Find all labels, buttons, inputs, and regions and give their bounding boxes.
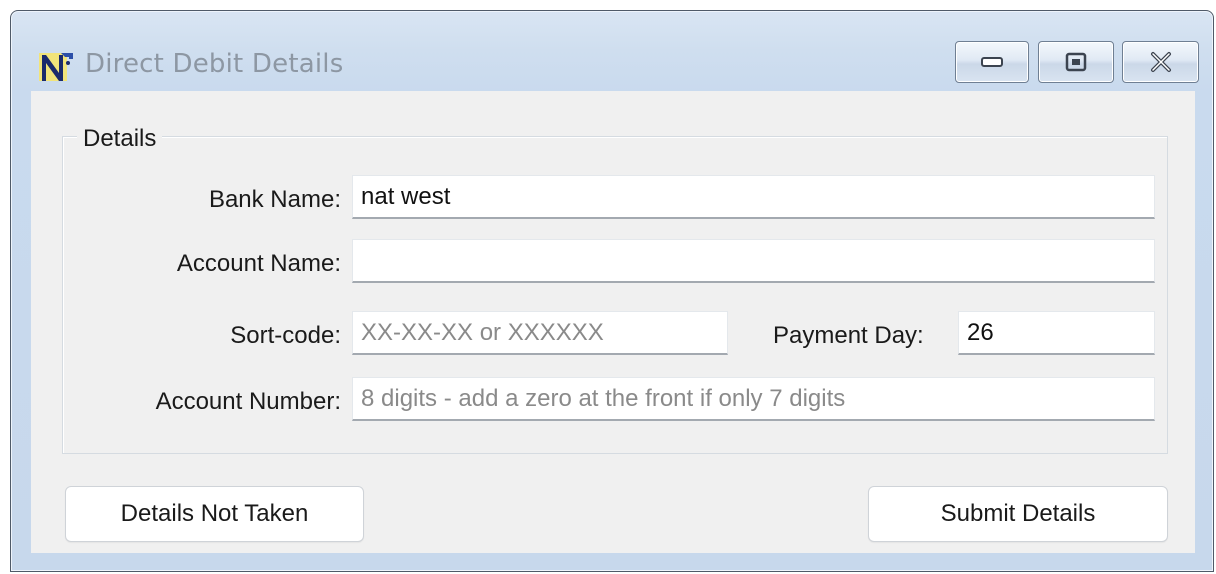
payment-day-input[interactable] bbox=[958, 311, 1155, 355]
maximize-icon bbox=[1065, 52, 1087, 72]
app-logo-icon bbox=[39, 53, 73, 81]
dialog-window: Direct Debit Details Details Bank Name: … bbox=[10, 10, 1214, 572]
window-title: Direct Debit Details bbox=[85, 49, 344, 79]
sort-code-label: Sort-code: bbox=[230, 322, 341, 349]
minimize-button[interactable] bbox=[955, 41, 1029, 83]
details-group-label: Details bbox=[77, 125, 163, 153]
account-number-label: Account Number: bbox=[155, 388, 341, 415]
dialog-client-area: Details Bank Name: Account Name: Sort-co… bbox=[31, 91, 1195, 553]
account-name-label: Account Name: bbox=[176, 250, 341, 277]
minimize-icon bbox=[981, 57, 1003, 67]
submit-details-button[interactable]: Submit Details bbox=[868, 486, 1168, 542]
title-bar[interactable]: Direct Debit Details bbox=[11, 11, 1213, 91]
sort-code-input[interactable] bbox=[352, 311, 728, 355]
close-button[interactable] bbox=[1122, 41, 1199, 83]
bank-name-input[interactable] bbox=[352, 175, 1155, 219]
details-not-taken-button[interactable]: Details Not Taken bbox=[65, 486, 364, 542]
payment-day-label: Payment Day: bbox=[773, 322, 924, 349]
maximize-button[interactable] bbox=[1038, 41, 1114, 83]
account-name-input[interactable] bbox=[352, 239, 1155, 283]
bank-name-label: Bank Name: bbox=[208, 186, 341, 213]
close-icon bbox=[1150, 52, 1171, 72]
account-number-input[interactable] bbox=[352, 377, 1155, 421]
